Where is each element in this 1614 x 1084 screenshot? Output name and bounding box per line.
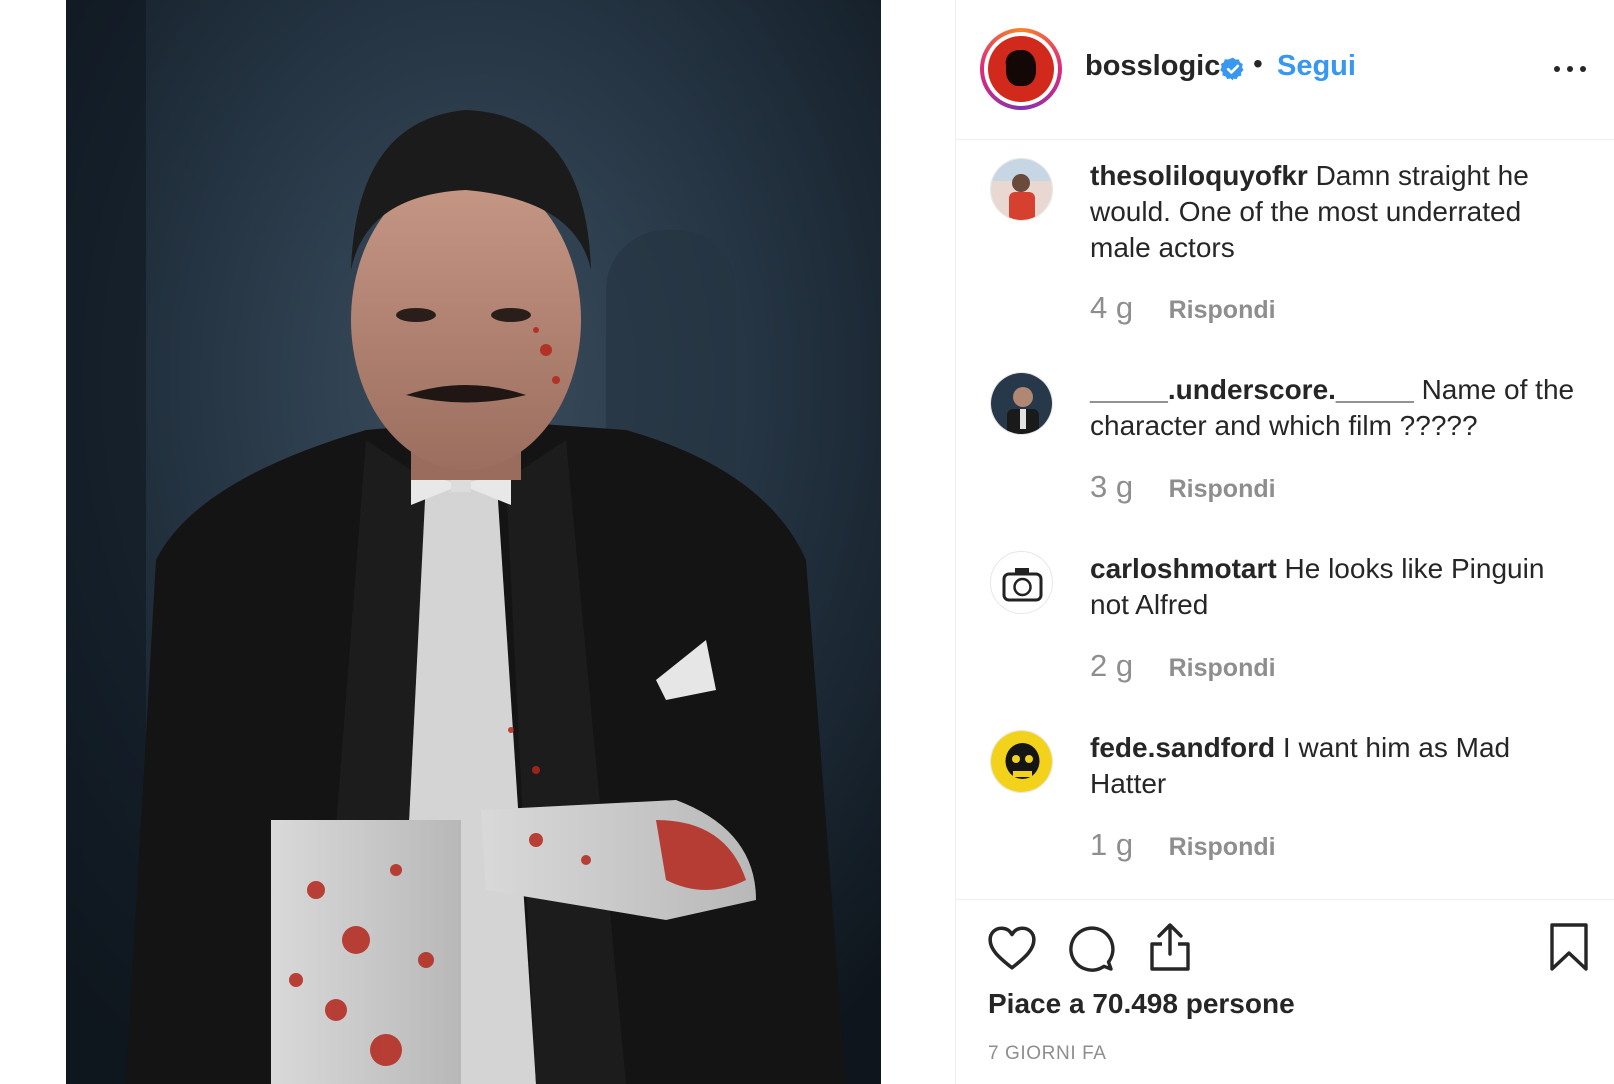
comment-username[interactable]: fede.sandford: [1090, 732, 1275, 763]
commenter-avatar[interactable]: [990, 372, 1053, 435]
comment-text: carloshmotart He looks like Pinguin not …: [1090, 551, 1580, 623]
comment-text: fede.sandford I want him as Mad Hatter: [1090, 730, 1580, 802]
comment-meta: 2 g Rispondi: [1090, 648, 1276, 684]
comment-username[interactable]: carloshmotart: [1090, 553, 1277, 584]
post-artwork: [66, 0, 881, 1084]
post-actions: Piace a 70.498 persone 7 GIORNI FA: [956, 899, 1614, 1084]
commenter-avatar[interactable]: [990, 158, 1053, 221]
post-header: bosslogic • Segui: [956, 0, 1614, 140]
comment-meta: 1 g Rispondi: [1090, 827, 1276, 863]
comment-username[interactable]: thesoliloquyofkr: [1090, 160, 1308, 191]
author-username[interactable]: bosslogic: [1085, 50, 1220, 83]
author-avatar[interactable]: [980, 28, 1062, 110]
reply-button[interactable]: Rispondi: [1169, 654, 1276, 682]
post-side-panel: bosslogic • Segui thesoliloquyofkr Damn …: [955, 0, 1614, 1084]
follow-button[interactable]: Segui: [1277, 50, 1356, 83]
reply-button[interactable]: Rispondi: [1169, 296, 1276, 324]
comment-time: 3 g: [1090, 469, 1134, 504]
comment-time: 1 g: [1090, 827, 1134, 862]
commenter-avatar[interactable]: [990, 730, 1053, 793]
comment-meta: 4 g Rispondi: [1090, 290, 1276, 326]
post-image[interactable]: [66, 0, 881, 1084]
likes-suffix: persone: [1185, 988, 1295, 1019]
post-timestamp[interactable]: 7 GIORNI FA: [988, 1043, 1107, 1065]
comments-list: thesoliloquyofkr Damn straight he would.…: [956, 141, 1614, 899]
comment-meta: 3 g Rispondi: [1090, 469, 1276, 505]
reply-button[interactable]: Rispondi: [1169, 833, 1276, 861]
verified-badge-icon: [1220, 57, 1244, 81]
separator-dot: •: [1253, 48, 1263, 79]
likes-count: 70.498: [1092, 988, 1178, 1019]
heart-icon[interactable]: [987, 925, 1037, 971]
commenter-avatar[interactable]: [990, 551, 1053, 614]
likes-prefix: Piace a: [988, 988, 1085, 1019]
more-options-icon[interactable]: [1550, 56, 1590, 80]
comment-username[interactable]: _____.underscore._____: [1090, 374, 1414, 405]
reply-button[interactable]: Rispondi: [1169, 475, 1276, 503]
comment-text: thesoliloquyofkr Damn straight he would.…: [1090, 158, 1580, 266]
comment-text: _____.underscore._____ Name of the chara…: [1090, 372, 1580, 444]
comment-bubble-icon[interactable]: [1067, 924, 1115, 972]
share-icon[interactable]: [1146, 922, 1194, 972]
bookmark-icon[interactable]: [1549, 922, 1589, 972]
likes-summary[interactable]: Piace a 70.498 persone: [988, 988, 1295, 1020]
comment-time: 2 g: [1090, 648, 1134, 683]
comment-time: 4 g: [1090, 290, 1134, 325]
